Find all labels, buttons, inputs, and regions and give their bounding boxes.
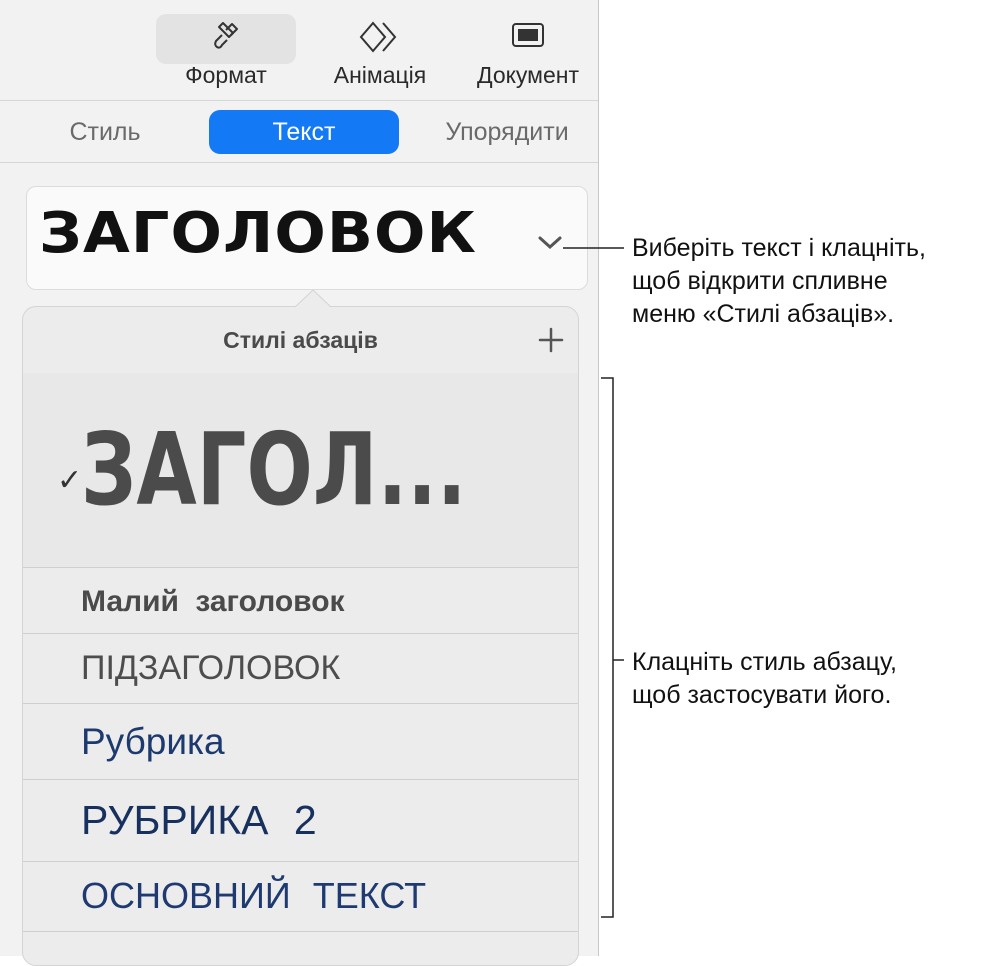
callout-text: щоб застосувати його.	[632, 681, 892, 709]
callout-open-popup: Виберіть текст і клацніть, щоб відкрити …	[632, 232, 926, 331]
callout-lines	[563, 247, 624, 918]
callout-bracket-styles	[601, 377, 614, 918]
callout-text: Виберіть текст і клацніть,	[632, 234, 926, 262]
callout-text: щоб відкрити спливне	[632, 267, 888, 295]
callout-text: Клацніть стиль абзацу,	[632, 648, 897, 676]
callout-text: меню «Стилі абзаців».	[632, 300, 895, 328]
callout-apply-style: Клацніть стиль абзацу, щоб застосувати й…	[632, 646, 897, 712]
